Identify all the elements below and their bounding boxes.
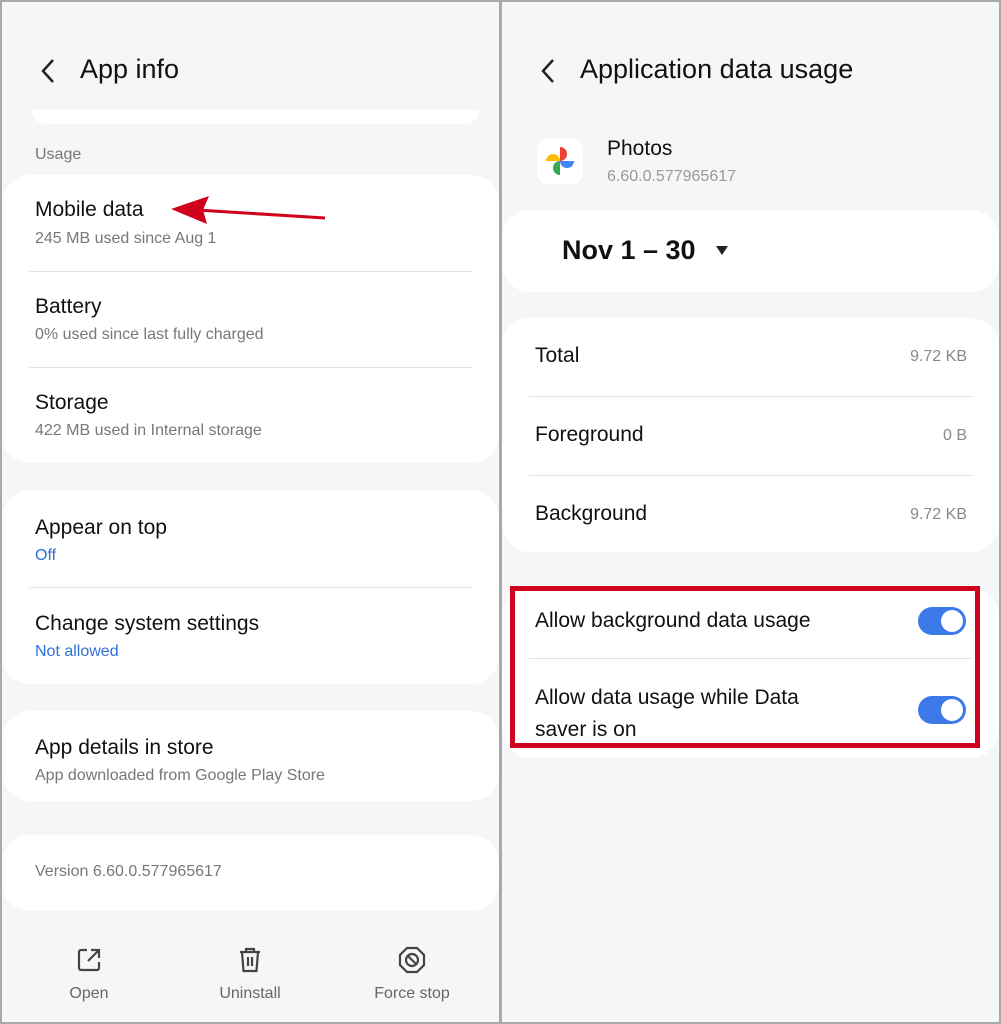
highlight-box (510, 586, 980, 748)
force-stop-label: Force stop (374, 985, 450, 1002)
app-details-in-store-item[interactable]: App details in store (35, 736, 214, 760)
back-icon[interactable] (36, 56, 62, 86)
appear-on-top-item[interactable]: Appear on top (35, 516, 167, 540)
uninstall-label: Uninstall (219, 985, 281, 1002)
change-system-settings-value: Not allowed (35, 643, 119, 660)
force-stop-button[interactable]: Force stop (352, 946, 472, 1003)
mobile-data-item[interactable]: Mobile data (35, 198, 144, 222)
usage-breakdown-card: Total 9.72 KB Foreground 0 B Background … (502, 318, 999, 552)
background-value: 9.72 KB (910, 506, 967, 523)
annotation-arrow (171, 196, 326, 224)
mobile-data-sub: 245 MB used since Aug 1 (35, 230, 217, 247)
version-card: Version 6.60.0.577965617 (2, 835, 499, 911)
permissions-card: Appear on top Off Change system settings… (2, 490, 499, 684)
page-title: App info (80, 54, 180, 84)
date-range-label: Nov 1 – 30 (562, 235, 696, 265)
battery-sub: 0% used since last fully charged (35, 326, 264, 343)
storage-item[interactable]: Storage (35, 391, 109, 415)
back-icon[interactable] (536, 56, 562, 86)
appear-on-top-value: Off (35, 547, 57, 564)
stop-icon (398, 946, 426, 974)
page-title: Application data usage (580, 54, 854, 84)
dropdown-triangle-icon (716, 246, 728, 255)
open-external-icon (77, 948, 101, 972)
uninstall-button[interactable]: Uninstall (190, 946, 310, 1003)
background-label: Background (535, 502, 648, 525)
app-version: 6.60.0.577965617 (607, 168, 737, 185)
storage-sub: 422 MB used in Internal storage (35, 422, 262, 439)
store-card[interactable]: App details in store App downloaded from… (2, 711, 499, 801)
divider (29, 367, 472, 368)
trash-icon (240, 947, 260, 973)
app-details-sub: App downloaded from Google Play Store (35, 767, 325, 784)
app-name: Photos (607, 137, 673, 160)
battery-item[interactable]: Battery (35, 295, 102, 319)
open-label: Open (69, 985, 109, 1002)
total-value: 9.72 KB (910, 348, 967, 365)
foreground-label: Foreground (535, 423, 644, 446)
application-data-usage-panel: Application data usage Photos 6.60.0.577… (502, 2, 999, 1022)
photos-app-icon (537, 138, 583, 184)
version-text: Version 6.60.0.577965617 (35, 863, 222, 880)
total-label: Total (535, 344, 580, 367)
divider (529, 396, 972, 397)
section-usage: Usage (35, 146, 82, 163)
change-system-settings-item[interactable]: Change system settings (35, 612, 259, 636)
app-info-panel: App info Usage Mobile data 245 MB used s… (2, 2, 499, 1022)
date-range-selector[interactable]: Nov 1 – 30 (502, 210, 999, 292)
divider (29, 271, 472, 272)
divider (529, 475, 972, 476)
divider (29, 587, 472, 588)
previous-card-fragment (32, 110, 479, 124)
foreground-value: 0 B (942, 427, 967, 444)
open-button[interactable]: Open (29, 946, 149, 1003)
